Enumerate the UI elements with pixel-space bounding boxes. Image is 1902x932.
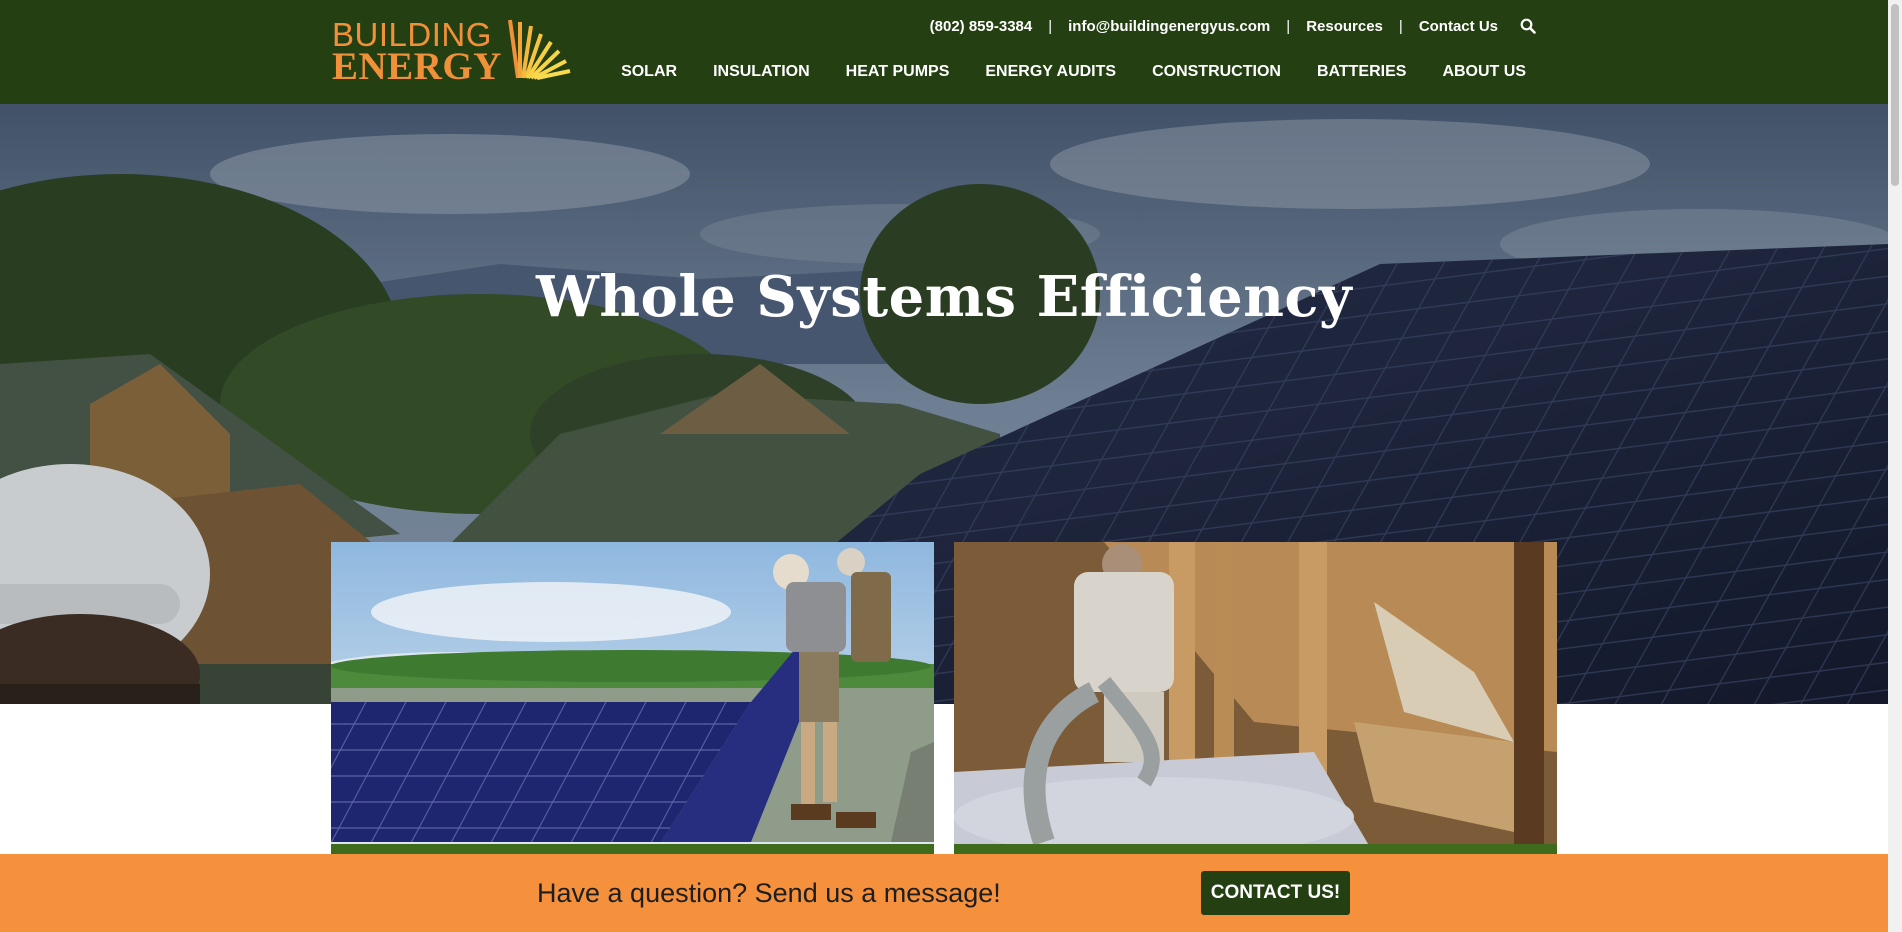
utility-bar: (802) 859-3384 | info@buildingenergyus.c… (930, 17, 1536, 35)
resources-link[interactable]: Resources (1306, 18, 1383, 35)
hero-banner: Whole Systems Efficiency (0, 104, 1888, 704)
separator: | (1286, 17, 1291, 35)
contact-us-link[interactable]: Contact Us (1419, 18, 1498, 35)
hero-background-image (0, 104, 1888, 704)
card-solar[interactable] (331, 542, 934, 854)
separator: | (1398, 17, 1403, 35)
search-icon[interactable] (1520, 18, 1536, 34)
cta-message: Have a question? Send us a message! (537, 878, 1001, 908)
nav-item-insulation[interactable]: INSULATION (713, 63, 810, 81)
card-insulation-image (954, 542, 1557, 854)
separator: | (1048, 17, 1053, 35)
scrollbar-thumb[interactable] (1891, 4, 1899, 186)
card-insulation-title-bar (954, 844, 1557, 854)
logo-wordmark: BUILDING ENERGY (332, 18, 502, 86)
nav-item-about-us[interactable]: ABOUT US (1442, 63, 1526, 81)
card-solar-image (331, 542, 934, 854)
sun-rays-icon (508, 19, 571, 80)
card-insulation[interactable] (954, 542, 1557, 854)
contact-us-button[interactable]: CONTACT US! (1201, 871, 1350, 915)
site-logo[interactable]: BUILDING ENERGY (332, 18, 572, 86)
logo-line-energy: ENERGY (332, 45, 502, 88)
site-header: BUILDING ENERGY (802) 859-3384 | info@bu… (0, 0, 1888, 104)
nav-item-batteries[interactable]: BATTERIES (1317, 63, 1406, 81)
nav-item-energy-audits[interactable]: ENERGY AUDITS (985, 63, 1116, 81)
contact-cta-bar: Have a question? Send us a message! CONT… (0, 854, 1888, 932)
page-scrollbar[interactable] (1888, 0, 1902, 932)
hero-title: Whole Systems Efficiency (535, 264, 1353, 330)
nav-item-construction[interactable]: CONSTRUCTION (1152, 63, 1281, 81)
nav-item-solar[interactable]: SOLAR (621, 63, 677, 81)
phone-link[interactable]: (802) 859-3384 (930, 18, 1033, 35)
email-link[interactable]: info@buildingenergyus.com (1068, 18, 1270, 35)
card-solar-title-bar (331, 844, 934, 854)
nav-item-heat-pumps[interactable]: HEAT PUMPS (846, 63, 950, 81)
main-nav: SOLAR INSULATION HEAT PUMPS ENERGY AUDIT… (585, 63, 1526, 81)
